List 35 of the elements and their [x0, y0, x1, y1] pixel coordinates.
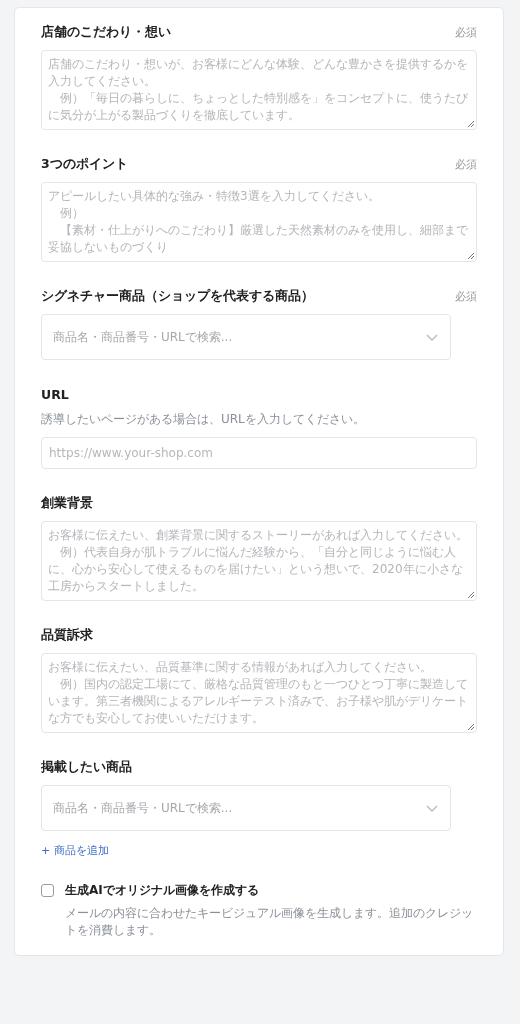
placeholder-text: 例）代表自身が肌トラブルに悩んだ経験から、「自分と同じように悩む人に、心から安心して使えるものを届けたい」という想いで、2020年に小さな工房からスタートしました。	[48, 544, 464, 595]
placeholder-text: 例）国内の認定工場にて、厳格な品質管理のもと一つひとつ丁寧に製造しています。第三者機関によるアレルギーテスト済みで、お子様や肌がデリケートな方でも安心してお使いいただけます。	[48, 676, 469, 727]
placeholder-text: 店舗のこだわり・想いが、お客様にどんな体験、どんな豊かさを提供するかを入力してください。	[48, 56, 469, 90]
checkbox-label: 生成AIでオリジナル画像を作成する	[65, 882, 259, 899]
placeholder-text: お客様に伝えたい、品質基準に関する情報があれば入力してください。	[48, 659, 433, 676]
chevron-down-icon	[426, 333, 438, 341]
resize-grip-icon[interactable]	[467, 120, 474, 127]
field-label: 掲載したい商品	[41, 758, 132, 776]
search-select[interactable]: 商品名・商品番号・URLで検索...	[41, 314, 451, 360]
field-label: 創業背景	[41, 494, 93, 512]
resize-grip-icon[interactable]	[467, 591, 474, 598]
text-area[interactable]: お客様に伝えたい、創業背景に関するストーリーがあれば入力してください。 例）代表自身が肌トラブルに悩んだ経験から、「自分と同じように悩む人に、心から安心して使えるものを届けたい」という想いで、2020年に小さな工房からスタートしました。	[41, 521, 477, 601]
required-label: 必須	[455, 24, 477, 40]
placeholder-text: 例）「毎日の暮らしに、ちょっとした特別感を」をコンセプトに、使うたびに気分が上がる製品づくりを徹底しています。	[48, 90, 469, 124]
resize-grip-icon[interactable]	[467, 723, 474, 730]
help-text: 誘導したいページがある場合は、URLを入力してください。	[41, 411, 366, 428]
required-label: 必須	[455, 288, 477, 304]
field-label: シグネチャー商品（ショップを代表する商品）	[41, 287, 314, 305]
resize-grip-icon[interactable]	[467, 252, 474, 259]
search-select[interactable]: 商品名・商品番号・URLで検索...	[41, 785, 451, 831]
add-product-link[interactable]: + 商品を追加	[41, 843, 109, 858]
description-text: メールの内容に合わせたキービジュアル画像を生成します。追加のクレジットを消費します。	[65, 905, 474, 939]
placeholder-text: 例）	[59, 205, 85, 222]
placeholder-text: お客様に伝えたい、創業背景に関するストーリーがあれば入力してください。	[48, 527, 469, 544]
field-label: 3つのポイント	[41, 155, 128, 173]
field-label: 店舗のこだわり・想い	[41, 23, 171, 41]
url-input[interactable]: https://www.your-shop.com	[41, 437, 477, 469]
checkbox[interactable]	[41, 884, 54, 897]
placeholder-text: アピールしたい具体的な強み・特徴3選を入力してください。	[48, 188, 381, 205]
chevron-down-icon	[426, 804, 438, 812]
required-label: 必須	[455, 156, 477, 172]
field-label: URL	[41, 386, 69, 402]
text-area[interactable]: 店舗のこだわり・想いが、お客様にどんな体験、どんな豊かさを提供するかを入力してください。 例）「毎日の暮らしに、ちょっとした特別感を」をコンセプトに、使うたびに気分が上がる製品づくりを徹底しています。	[41, 50, 477, 130]
text-area[interactable]: お客様に伝えたい、品質基準に関する情報があれば入力してください。 例）国内の認定工場にて、厳格な品質管理のもと一つひとつ丁寧に製造しています。第三者機関によるアレルギーテスト済みで、お子様や肌がデリケートな方でも安心してお使いいただけます。	[41, 653, 477, 733]
field-label: 品質訴求	[41, 626, 93, 644]
